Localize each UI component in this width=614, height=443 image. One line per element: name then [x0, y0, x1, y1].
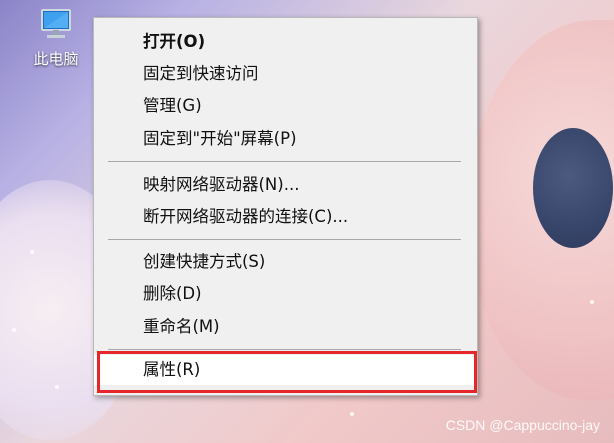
sparkle — [350, 412, 354, 416]
menu-separator — [108, 349, 461, 350]
sparkle — [30, 250, 34, 254]
menu-item-label: 固定到快速访问 — [143, 64, 259, 83]
wallpaper-dark-shape — [533, 128, 613, 248]
menu-separator — [108, 161, 461, 162]
menu-item-create-shortcut[interactable]: 创建快捷方式(S) — [94, 247, 477, 277]
menu-item-label: 删除(D) — [143, 284, 202, 303]
menu-item-properties[interactable]: 属性(R) — [94, 355, 477, 385]
menu-item-delete[interactable]: 删除(D) — [94, 279, 477, 309]
menu-item-label: 属性(R) — [143, 360, 201, 379]
sparkle — [12, 328, 16, 332]
menu-item-pin-start[interactable]: 固定到"开始"屏幕(P) — [94, 124, 477, 154]
menu-item-map-network-drive[interactable]: 映射网络驱动器(N)... — [94, 170, 477, 200]
menu-item-label: 管理(G) — [143, 96, 202, 115]
watermark: CSDN @Cappuccino-jay — [445, 417, 600, 433]
menu-item-rename[interactable]: 重命名(M) — [94, 312, 477, 342]
this-pc-desktop-icon[interactable]: 此电脑 — [26, 4, 86, 69]
this-pc-label: 此电脑 — [33, 50, 79, 68]
sparkle — [590, 300, 594, 304]
menu-item-label: 固定到"开始"屏幕(P) — [143, 129, 297, 148]
context-menu: 打开(O) 固定到快速访问 管理(G) 固定到"开始"屏幕(P) 映射网络驱动器… — [93, 17, 478, 396]
menu-item-pin-quick-access[interactable]: 固定到快速访问 — [94, 59, 477, 89]
menu-item-disconnect-network-drive[interactable]: 断开网络驱动器的连接(C)... — [94, 202, 477, 232]
menu-item-label: 创建快捷方式(S) — [143, 252, 266, 271]
menu-item-label: 打开(O) — [143, 32, 206, 51]
menu-item-label: 映射网络驱动器(N)... — [143, 175, 300, 194]
menu-item-label: 断开网络驱动器的连接(C)... — [143, 207, 349, 226]
menu-item-open[interactable]: 打开(O) — [94, 27, 477, 57]
this-pc-icon — [36, 4, 76, 44]
menu-item-label: 重命名(M) — [143, 317, 220, 336]
menu-item-manage[interactable]: 管理(G) — [94, 91, 477, 121]
menu-separator — [108, 239, 461, 240]
sparkle — [55, 385, 59, 389]
